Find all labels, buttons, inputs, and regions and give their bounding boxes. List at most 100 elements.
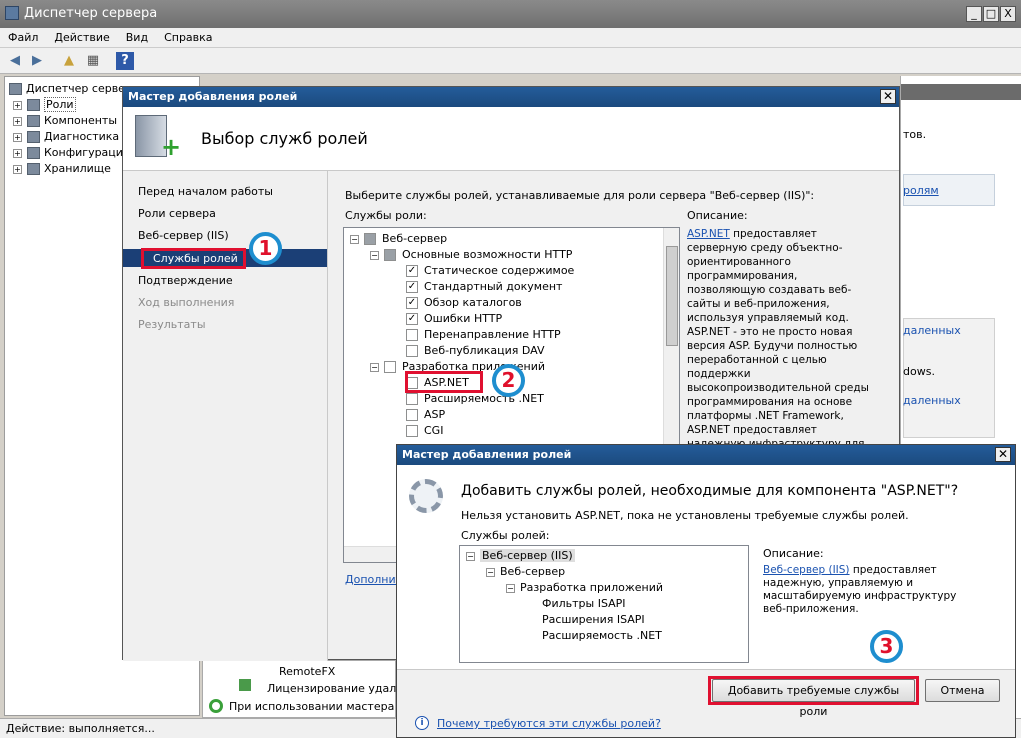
tree-node[interactable]: Перенаправление HTTP (406, 327, 561, 343)
required-tree-node[interactable]: Расширения ISAPI (542, 612, 645, 628)
tree-item-diagnostics[interactable]: + Диагностика (13, 129, 119, 145)
nav-confirmation[interactable]: Подтверждение (138, 274, 233, 287)
checkbox-checked[interactable]: ✓ (406, 265, 418, 277)
tree-node[interactable]: ✓ Ошибки HTTP (406, 311, 502, 327)
checkbox-unchecked[interactable] (384, 361, 396, 373)
tree-node[interactable]: ✓ Стандартный документ (406, 279, 562, 295)
collapse-icon[interactable]: − (486, 567, 495, 577)
required-tree-node[interactable]: − Веб-сервер (IIS) (466, 548, 575, 564)
menu-bar: Файл Действие Вид Справка (0, 28, 1021, 48)
maximize-button[interactable]: □ (983, 6, 999, 22)
tree-item-label: Компоненты (44, 114, 118, 127)
checkbox-unchecked[interactable] (406, 425, 418, 437)
required-tree-label: Расширяемость .NET (542, 629, 662, 642)
tree-item-roles[interactable]: + Роли (13, 97, 76, 113)
download-icon (239, 679, 251, 691)
show-hide-tree-icon[interactable]: ▦ (84, 52, 102, 70)
checkbox-unchecked[interactable] (406, 393, 418, 405)
refresh-icon (209, 699, 223, 713)
forward-arrow-icon[interactable]: ▶ (28, 52, 46, 70)
menu-action[interactable]: Действие (46, 28, 117, 44)
checkbox-unchecked[interactable] (406, 409, 418, 421)
required-tree-node[interactable]: Фильтры ISAPI (542, 596, 626, 612)
wizard-titlebar[interactable]: Мастер добавления ролей (123, 87, 899, 107)
collapse-icon[interactable]: − (370, 362, 379, 372)
tree-node[interactable]: Расширяемость .NET (406, 391, 544, 407)
checkbox-checked[interactable]: ✓ (406, 297, 418, 309)
menu-view[interactable]: Вид (118, 28, 156, 44)
checkbox-unchecked[interactable] (406, 329, 418, 341)
tree-node[interactable]: CGI (406, 423, 443, 439)
scrollbar-thumb[interactable] (666, 246, 678, 346)
tree-node[interactable]: ASP (406, 407, 445, 423)
wizard-close-button[interactable]: ✕ (880, 89, 896, 104)
bg-link[interactable]: даленных (903, 394, 961, 407)
tree-root[interactable]: Диспетчер сервер (9, 81, 132, 97)
collapse-icon[interactable]: − (506, 583, 515, 593)
menu-file[interactable]: Файл (0, 28, 46, 44)
collapse-icon[interactable]: − (370, 250, 379, 260)
aspnet-link[interactable]: ASP.NET (687, 228, 730, 240)
roles-icon (27, 99, 40, 111)
expand-icon[interactable]: + (13, 116, 22, 126)
bg-link[interactable]: даленных (903, 324, 961, 337)
tree-node-label: Обзор каталогов (424, 296, 522, 309)
expand-icon[interactable]: + (13, 164, 22, 174)
tree-item-label: Конфигурация (44, 146, 130, 159)
step-badge-3: 3 (870, 630, 903, 663)
checkbox-unchecked[interactable] (406, 345, 418, 357)
expand-icon[interactable]: + (13, 132, 22, 142)
popup-titlebar[interactable]: Мастер добавления ролей (397, 445, 1015, 465)
tree-node[interactable]: Веб-публикация DAV (406, 343, 545, 359)
why-required-link[interactable]: Почему требуются эти службы ролей? (437, 717, 661, 730)
required-tree-node[interactable]: − Веб-сервер (486, 564, 565, 580)
folder-up-icon[interactable]: ▲ (60, 52, 78, 70)
bg-text: dows. (903, 365, 935, 378)
help-icon[interactable]: ? (116, 52, 134, 70)
description-text: ASP.NET предоставляет серверную среду об… (687, 227, 877, 465)
nav-before-you-begin[interactable]: Перед началом работы (138, 185, 273, 198)
checkbox-partial[interactable] (384, 249, 396, 261)
checkbox-checked[interactable]: ✓ (406, 313, 418, 325)
back-arrow-icon[interactable]: ◀ (6, 52, 24, 70)
nav-web-server[interactable]: Веб-сервер (IIS) (138, 229, 229, 242)
more-info-link[interactable]: Дополнит (345, 573, 402, 586)
add-required-services-button[interactable]: Добавить требуемые службы роли (712, 679, 915, 718)
wizard-instruction: Выберите службы ролей, устанавливаемые д… (345, 189, 815, 202)
required-tree-label: Расширения ISAPI (542, 613, 645, 626)
required-tree-label: Разработка приложений (520, 581, 663, 594)
web-server-link[interactable]: Веб-сервер (IIS) (763, 564, 850, 576)
configuration-icon (27, 147, 40, 159)
tree-node[interactable]: − Основные возможности HTTP (370, 247, 572, 263)
tree-item-features[interactable]: + Компоненты (13, 113, 117, 129)
tree-item-storage[interactable]: + Хранилище (13, 161, 111, 177)
tree-node-label: Веб-публикация DAV (424, 344, 545, 357)
menu-help[interactable]: Справка (156, 28, 220, 44)
checkbox-partial[interactable] (364, 233, 376, 245)
nav-role-services[interactable]: Службы ролей (153, 252, 238, 265)
close-button[interactable]: X (1000, 6, 1016, 22)
checkbox-checked[interactable]: ✓ (406, 281, 418, 293)
description-body: предоставляет серверную среду объектно-о… (687, 228, 869, 464)
popup-close-button[interactable]: ✕ (995, 447, 1011, 462)
tree-item-configuration[interactable]: + Конфигурация (13, 145, 130, 161)
required-tree-node[interactable]: Расширяемость .NET (542, 628, 662, 644)
required-tree-node[interactable]: − Разработка приложений (506, 580, 663, 596)
wizard-page-title: Выбор служб ролей (201, 129, 368, 148)
minimize-button[interactable]: _ (966, 6, 982, 22)
diagnostics-icon (27, 131, 40, 143)
expand-icon[interactable]: + (13, 100, 22, 110)
tree-node[interactable]: ✓ Обзор каталогов (406, 295, 522, 311)
tree-node[interactable]: − Веб-сервер (350, 231, 447, 247)
tree-node-label: Стандартный документ (424, 280, 563, 293)
expand-icon[interactable]: + (13, 148, 22, 158)
nav-server-roles[interactable]: Роли сервера (138, 207, 216, 220)
cancel-button[interactable]: Отмена (925, 679, 1000, 702)
main-titlebar[interactable]: Диспетчер сервера _ □ X (0, 0, 1021, 28)
collapse-icon[interactable]: − (466, 551, 475, 561)
bg-link[interactable]: ролям (903, 184, 939, 197)
tree-node[interactable]: ✓ Статическое содержимое (406, 263, 574, 279)
required-tree-label: Фильтры ISAPI (542, 597, 626, 610)
bg-list-item: При использовании мастера обн (229, 700, 419, 713)
collapse-icon[interactable]: − (350, 234, 359, 244)
